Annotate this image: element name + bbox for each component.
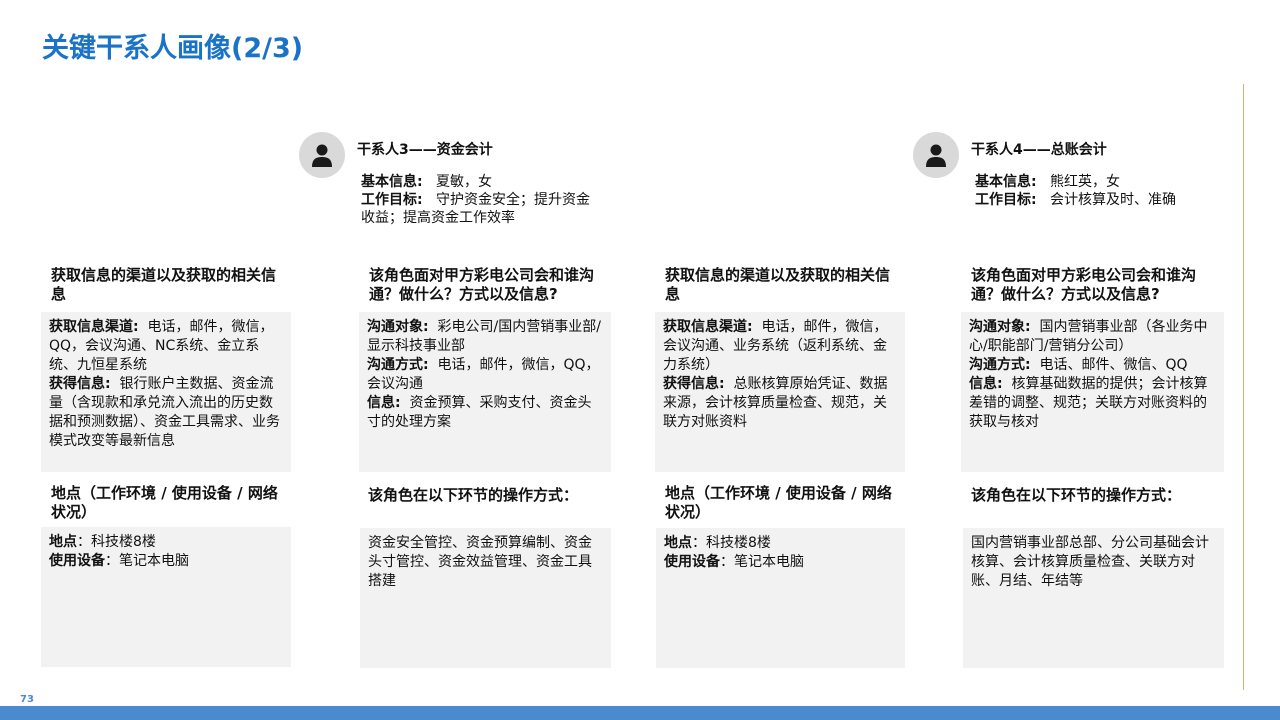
location-heading: 地点（工作环境 / 使用设备 / 网络状况） <box>665 484 892 521</box>
location-heading: 地点（工作环境 / 使用设备 / 网络状况） <box>51 484 278 521</box>
ops-value: 资金安全管控、资金预算编制、资金头寸管控、资金效益管理、资金工具搭建 <box>368 535 592 589</box>
location-box: 地点：科技楼8楼 使用设备：笔记本电脑 <box>41 527 291 667</box>
channels-box: 获取信息渠道: 电话，邮件，微信，会议沟通、业务系统（返利系统、金力系统） 获得… <box>655 312 905 472</box>
channels-heading: 获取信息的渠道以及获取的相关信息 <box>665 266 891 303</box>
user-icon <box>312 144 332 167</box>
basic-info-value: 熊红英，女 <box>1049 174 1120 190</box>
location-value: 科技楼8楼 <box>91 534 156 550</box>
basic-info-value: 夏敏，女 <box>435 174 492 190</box>
persona-name: 干系人4——总账会计 <box>971 142 1107 158</box>
ops-value: 国内营销事业部总部、分公司基础会计核算、会计核算质量检查、关联方对账、月结、年结… <box>971 535 1209 589</box>
channels-label: 获取信息渠道: <box>49 319 139 335</box>
basic-info-label: 基本信息: <box>361 174 423 190</box>
goal-label: 工作目标: <box>975 192 1037 208</box>
comm-target-label: 沟通对象: <box>367 319 429 335</box>
ops-heading: 该角色在以下环节的操作方式： <box>368 486 579 504</box>
device-value: 笔记本电脑 <box>119 553 189 569</box>
persona-name: 干系人3——资金会计 <box>357 142 493 158</box>
location-box: 地点：科技楼8楼 使用设备：笔记本电脑 <box>656 528 905 668</box>
user-icon <box>926 144 946 167</box>
location-value: 科技楼8楼 <box>706 535 771 551</box>
footer-bar <box>0 706 1280 720</box>
avatar <box>299 132 345 178</box>
info-value: 核算基础数据的提供；会计核算差错的调整、规范；关联方对账资料的获取与核对 <box>969 376 1208 430</box>
page-number: 73 <box>20 694 34 705</box>
persona-basic-info: 基本信息: 夏敏，女 工作目标: 守护资金安全；提升资金收益；提高资金工作效率 <box>361 173 601 227</box>
device-label: 使用设备 <box>664 554 720 570</box>
info-label: 信息: <box>367 395 401 411</box>
divider-line <box>1243 84 1244 690</box>
ops-box: 国内营销事业部总部、分公司基础会计核算、会计核算质量检查、关联方对账、月结、年结… <box>963 528 1224 668</box>
basic-info-label: 基本信息: <box>975 174 1037 190</box>
comm-method-label: 沟通方式: <box>969 357 1031 373</box>
comm-heading: 该角色面对甲方彩电公司会和谁沟通？做什么？方式以及信息? <box>971 266 1197 303</box>
channels-label: 获取信息渠道: <box>663 319 753 335</box>
device-label: 使用设备 <box>49 553 105 569</box>
channels-box: 获取信息渠道: 电话，邮件，微信，QQ，会议沟通、NC系统、金立系统、九恒星系统… <box>41 312 291 472</box>
info-value: 资金预算、采购支付、资金头寸的处理方案 <box>367 395 592 430</box>
obtained-label: 获得信息: <box>663 376 725 392</box>
page-title: 关键干系人画像(2/3) <box>42 33 304 64</box>
ops-heading: 该角色在以下环节的操作方式： <box>971 486 1182 504</box>
comm-target-label: 沟通对象: <box>969 319 1031 335</box>
comm-heading: 该角色面对甲方彩电公司会和谁沟通？做什么？方式以及信息? <box>369 266 595 303</box>
comm-method-value: 电话、邮件、微信、QQ <box>1039 357 1188 373</box>
ops-box: 资金安全管控、资金预算编制、资金头寸管控、资金效益管理、资金工具搭建 <box>360 528 611 668</box>
goal-label: 工作目标: <box>361 192 423 208</box>
device-value: 笔记本电脑 <box>734 554 804 570</box>
comm-box: 沟通对象: 彩电公司/国内营销事业部/显示科技事业部 沟通方式: 电话，邮件，微… <box>359 312 611 472</box>
avatar <box>913 132 959 178</box>
goal-value: 会计核算及时、准确 <box>1049 192 1176 208</box>
location-label: 地点 <box>664 535 692 551</box>
obtained-label: 获得信息: <box>49 376 111 392</box>
comm-box: 沟通对象: 国内营销事业部（各业务中心/职能部门/营销分公司） 沟通方式: 电话… <box>961 312 1224 472</box>
channels-heading: 获取信息的渠道以及获取的相关信息 <box>51 266 277 303</box>
comm-method-label: 沟通方式: <box>367 357 429 373</box>
info-label: 信息: <box>969 376 1003 392</box>
location-label: 地点 <box>49 534 77 550</box>
persona-basic-info: 基本信息: 熊红英，女 工作目标: 会计核算及时、准确 <box>975 173 1225 209</box>
